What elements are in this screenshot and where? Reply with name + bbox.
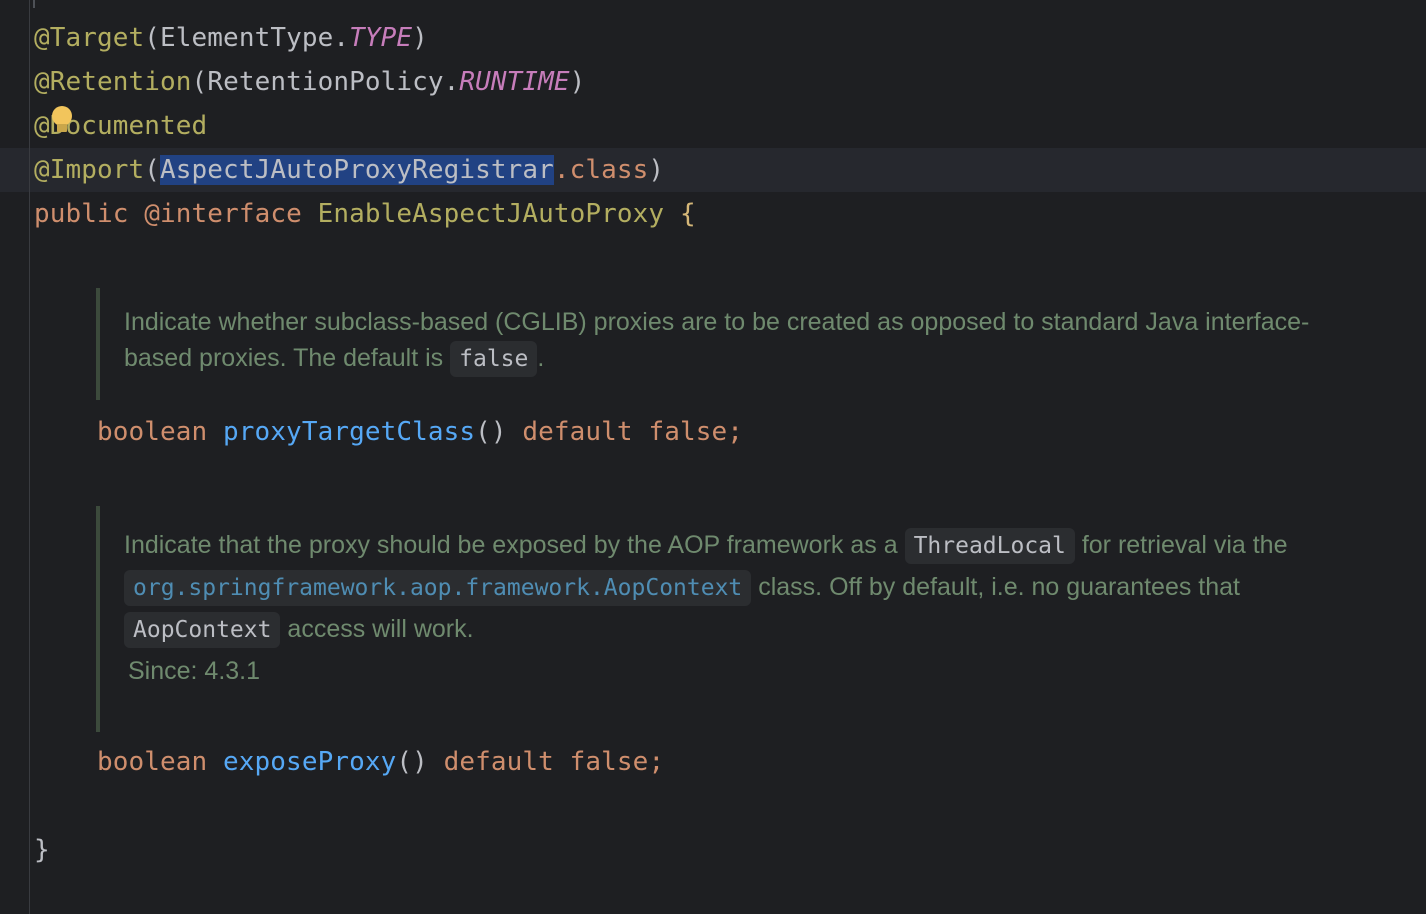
lightbulb-icon[interactable] [52, 106, 72, 126]
doc-text: access will work. [280, 615, 474, 643]
parens: () [475, 417, 507, 447]
element-type: ElementType. [160, 23, 350, 53]
code-line-proxy-target-class[interactable]: boolean proxyTargetClass() default false… [97, 410, 743, 454]
doc-text: class. Off by default, i.e. no guarantee… [751, 573, 1241, 601]
literal-false: false [648, 417, 728, 447]
code-line-target[interactable]: @Target(ElementType.TYPE) [34, 16, 428, 60]
gutter-divider [29, 0, 30, 914]
javadoc-expose-proxy: Indicate that the proxy should be expose… [96, 506, 1380, 732]
keyword-public: public [34, 199, 129, 229]
keyword-boolean: boolean [97, 417, 208, 447]
doc-text: Indicate whether subclass-based (CGLIB) … [124, 308, 1310, 372]
doc-text: for retrieval via the [1074, 531, 1288, 559]
keyword-boolean: boolean [97, 747, 208, 777]
close-brace: } [34, 835, 50, 865]
javadoc-text: Indicate whether subclass-based (CGLIB) … [124, 304, 1340, 377]
paren: ) [412, 23, 428, 53]
fold-marker [33, 0, 35, 8]
keyword-default: default [522, 417, 633, 447]
annotation-retention: @Retention [34, 67, 192, 97]
semicolon: ; [727, 417, 743, 447]
lightbulb-base-icon [57, 124, 67, 132]
semicolon: ; [648, 747, 665, 777]
javadoc-text: Indicate that the proxy should be expose… [124, 524, 1380, 650]
keyword-default: default [443, 747, 554, 777]
code-line-closing[interactable]: } [34, 828, 50, 872]
literal-false: false [569, 747, 649, 777]
parens: () [396, 747, 428, 777]
annotation-import: @Import [34, 155, 145, 185]
paren: ( [191, 67, 208, 97]
open-brace: { [679, 199, 696, 229]
method-name: exposeProxy [223, 747, 397, 777]
annotation-target: @Target [34, 23, 145, 53]
class-literal: .class [553, 155, 649, 185]
code-line-import[interactable]: @Import(AspectJAutoProxyRegistrar.class) [34, 148, 664, 192]
since-tag: Since: 4.3.1 [128, 657, 261, 685]
code-editor[interactable]: @Target(ElementType.TYPE) @Retention(Ret… [0, 0, 1426, 914]
retention-policy: RetentionPolicy. [207, 67, 460, 97]
keyword-interface: @interface [144, 199, 302, 229]
interface-name: EnableAspectJAutoProxy [317, 199, 665, 229]
paren: ( [144, 23, 161, 53]
enum-constant: RUNTIME [459, 67, 570, 97]
method-name: proxyTargetClass [223, 417, 476, 447]
inline-code-aopcontext: AopContext [124, 612, 281, 648]
javadoc-proxy-target-class: Indicate whether subclass-based (CGLIB) … [96, 288, 1340, 400]
paren: ) [648, 155, 665, 185]
enum-constant: TYPE [349, 23, 413, 53]
doc-text: Indicate that the proxy should be expose… [124, 531, 905, 559]
inline-code-false: false [450, 341, 538, 377]
code-line-declaration[interactable]: public @interface EnableAspectJAutoProxy… [34, 192, 696, 236]
code-line-retention[interactable]: @Retention(RetentionPolicy.RUNTIME) [34, 60, 585, 104]
doc-text: . [537, 344, 545, 372]
paren: ) [569, 67, 586, 97]
code-line-expose-proxy[interactable]: boolean exposeProxy() default false; [97, 740, 664, 784]
paren: ( [144, 155, 161, 185]
selected-class-name[interactable]: AspectJAutoProxyRegistrar [160, 155, 554, 185]
aopcontext-link[interactable]: org.springframework.aop.framework.AopCon… [124, 570, 752, 606]
inline-code-threadlocal: ThreadLocal [904, 528, 1075, 564]
